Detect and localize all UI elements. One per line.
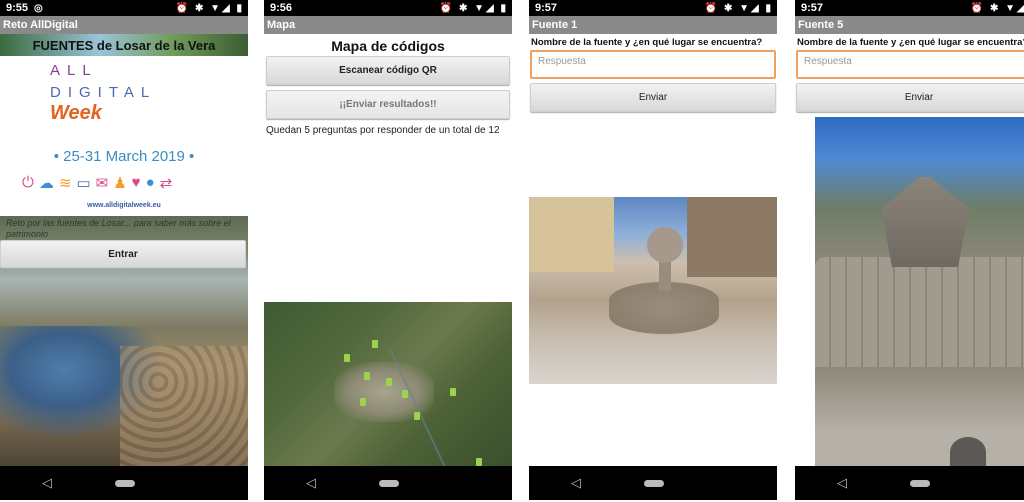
- globe-icon: ●: [145, 174, 155, 191]
- poster-week: Week: [50, 102, 102, 124]
- send-results-button[interactable]: ¡¡Enviar resultados!!: [266, 90, 510, 119]
- satellite-map[interactable]: [264, 302, 512, 477]
- answer-input[interactable]: Respuesta: [796, 50, 1024, 79]
- status-icons: ⏰ ✱ ▼◢ ▮: [970, 2, 1024, 14]
- screen-fuente-5: 9:57 ⏰ ✱ ▼◢ ▮ Fuente 5 Nombre de la fuen…: [795, 0, 1024, 500]
- map-marker[interactable]: [372, 340, 378, 348]
- map-marker[interactable]: [386, 378, 392, 386]
- app-title: Reto AllDigital: [0, 16, 248, 34]
- app-title: Fuente 5: [795, 16, 1024, 34]
- status-icons: ⏰ ✱ ▼◢ ▮: [439, 2, 508, 14]
- status-time: 9:55: [6, 2, 29, 14]
- river-rocks: [120, 346, 248, 466]
- back-icon[interactable]: ◁: [42, 475, 52, 491]
- home-icon[interactable]: [115, 479, 135, 487]
- alldigital-poster: ALL DIGITAL Week • 25-31 March 2019 • ⏻ …: [0, 56, 248, 216]
- cloud-icon: ☁: [38, 175, 54, 192]
- photo-fountain-column: [659, 261, 671, 291]
- back-icon[interactable]: ◁: [837, 475, 847, 491]
- poster-digital: DIGITAL: [50, 84, 157, 101]
- send-button[interactable]: Enviar: [530, 83, 776, 112]
- status-bar: 9:55 ◎ ⏰ ✱ ▼◢ ▮: [0, 0, 248, 16]
- people-icon: ♟: [113, 175, 127, 192]
- enter-button[interactable]: Entrar: [0, 240, 246, 268]
- map-marker[interactable]: [476, 458, 482, 466]
- map-marker[interactable]: [360, 398, 366, 406]
- status-bar: 9:57 ⏰ ✱ ▼◢ ▮: [795, 0, 1024, 16]
- back-icon[interactable]: ◁: [306, 475, 316, 491]
- map-marker[interactable]: [402, 390, 408, 398]
- screen-mapa: 9:56 ⏰ ✱ ▼◢ ▮ Mapa Mapa de códigos Escan…: [264, 0, 512, 500]
- status-time: 9:57: [535, 2, 558, 14]
- status-bar: 9:56 ⏰ ✱ ▼◢ ▮: [264, 0, 512, 16]
- map-marker[interactable]: [344, 354, 350, 362]
- status-time: 9:57: [801, 2, 824, 14]
- page-title: Mapa de códigos: [331, 38, 445, 54]
- photo-church: [687, 197, 777, 277]
- photo-shadow: [950, 437, 986, 467]
- heart-icon: ♥: [131, 174, 141, 191]
- scan-qr-button[interactable]: Escanear código QR: [266, 56, 510, 85]
- send-button[interactable]: Enviar: [796, 83, 1024, 112]
- back-icon[interactable]: ◁: [571, 475, 581, 491]
- app-title: Fuente 1: [529, 16, 777, 34]
- photo-building: [529, 197, 614, 272]
- photo-fountain-basin: [815, 257, 1024, 367]
- tablet-icon: ▭: [76, 175, 91, 192]
- poster-url: www.alldigitalweek.eu: [87, 202, 161, 209]
- mail-icon: ✉: [95, 175, 109, 192]
- banner-title: FUENTES de Losar de la Vera: [0, 34, 248, 56]
- screen-fuente-1: 9:57 ⏰ ✱ ▼◢ ▮ Fuente 1 Nombre de la fuen…: [529, 0, 777, 500]
- home-icon[interactable]: [910, 479, 930, 487]
- photo-fountain-ball: [647, 227, 683, 263]
- poster-dates: • 25-31 March 2019 •: [53, 148, 195, 165]
- screen-reto-alldigital: 9:55 ◎ ⏰ ✱ ▼◢ ▮ Reto AllDigital FUENTES …: [0, 0, 248, 500]
- fountain-photo: [529, 197, 777, 384]
- poster-all: ALL: [50, 62, 98, 79]
- arrows-icon: ⇄: [159, 175, 173, 192]
- map-marker[interactable]: [450, 388, 456, 396]
- map-marker[interactable]: [364, 372, 370, 380]
- status-time: 9:56: [270, 2, 293, 14]
- nav-bar: ◁: [795, 466, 1024, 500]
- wifi-icon: ≋: [58, 175, 72, 192]
- power-icon: ⏻: [22, 174, 34, 191]
- question-label: Nombre de la fuente y ¿en qué lugar se e…: [797, 37, 1024, 48]
- photo-fountain-top: [881, 177, 969, 267]
- status-icons: ⏰ ✱ ▼◢ ▮: [175, 2, 244, 14]
- home-icon[interactable]: [379, 479, 399, 487]
- app-title: Mapa: [264, 16, 512, 34]
- answer-input[interactable]: Respuesta: [530, 50, 776, 79]
- poster-icons: ⏻ ☁ ≋ ▭ ✉ ♟ ♥ ● ⇄: [22, 174, 222, 192]
- remaining-questions: Quedan 5 preguntas por responder de un t…: [266, 125, 500, 136]
- intro-text: Reto por las fuentes de Losar... para sa…: [6, 218, 231, 239]
- status-bar: 9:57 ⏰ ✱ ▼◢ ▮: [529, 0, 777, 16]
- nav-bar: ◁: [0, 466, 248, 500]
- home-icon[interactable]: [644, 479, 664, 487]
- question-label: Nombre de la fuente y ¿en qué lugar se e…: [531, 37, 763, 48]
- status-icons: ⏰ ✱ ▼◢ ▮: [704, 2, 773, 14]
- nav-bar: ◁: [529, 466, 777, 500]
- fountain-photo: [815, 117, 1024, 467]
- map-marker[interactable]: [414, 412, 420, 420]
- nav-bar: ◁: [264, 466, 512, 500]
- instagram-icon: ◎: [34, 2, 43, 14]
